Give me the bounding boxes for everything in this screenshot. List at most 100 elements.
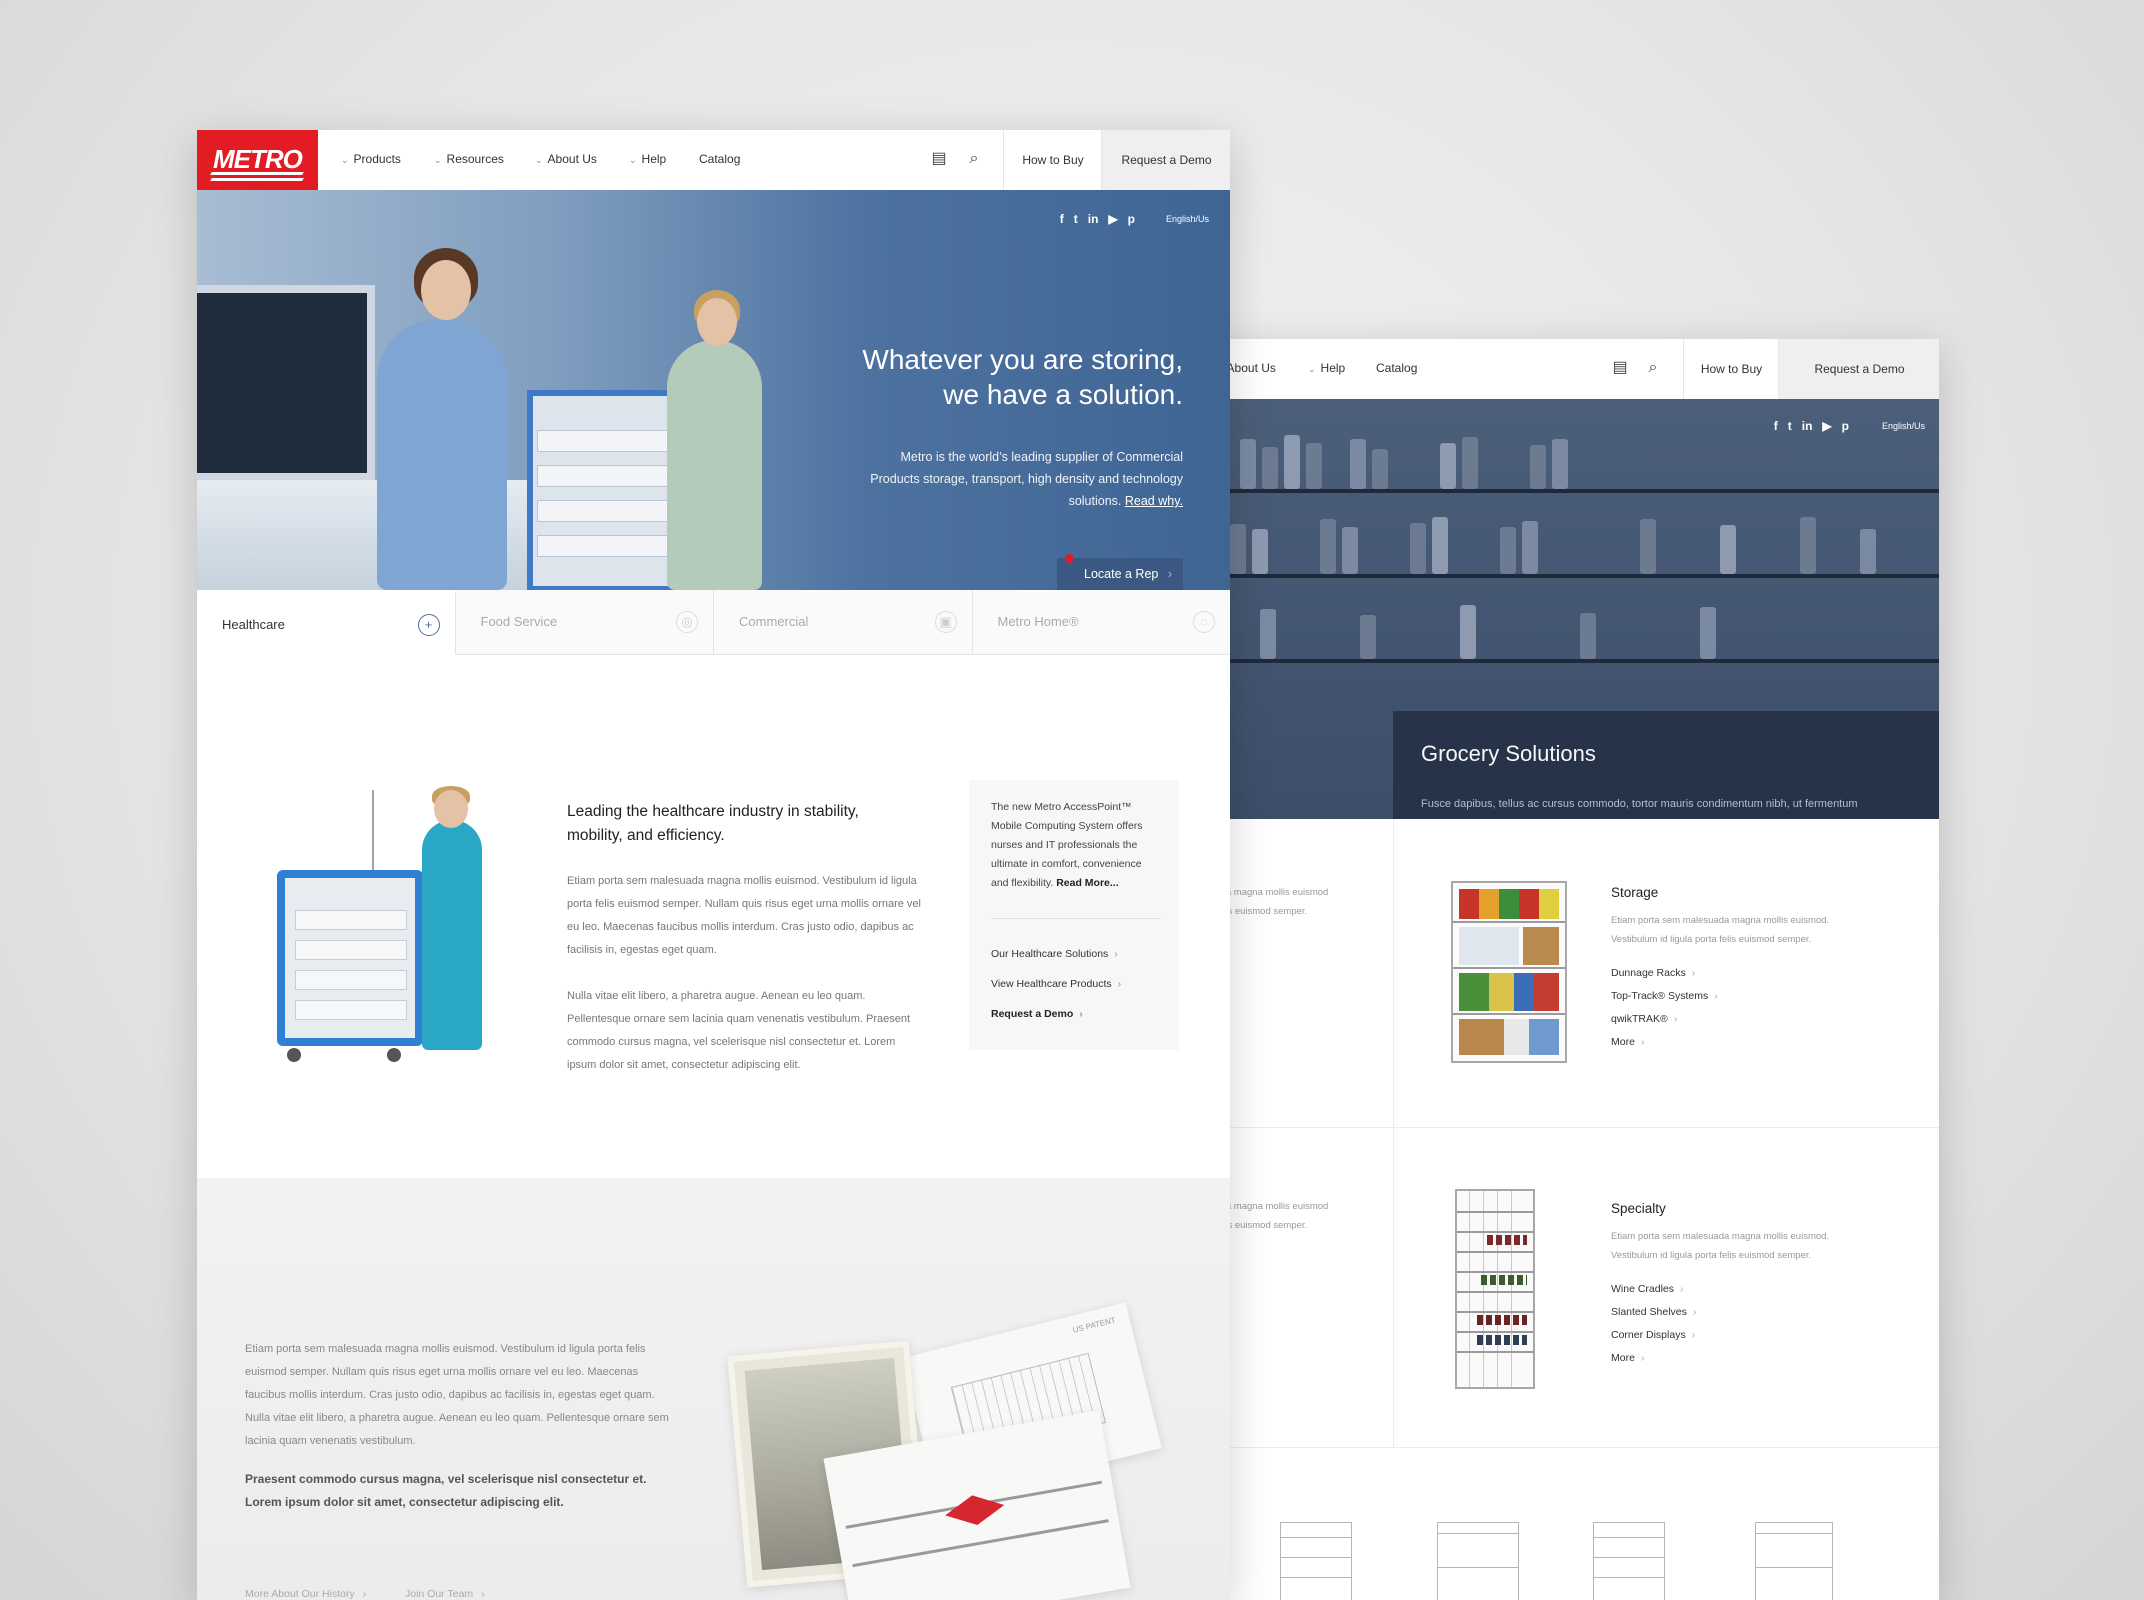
shelf-goods — [1459, 973, 1559, 1011]
chevron-down-icon: ⌄ — [1308, 364, 1316, 374]
nav-help[interactable]: ⌄ Help — [629, 152, 666, 166]
twitter-icon[interactable]: t — [1788, 419, 1792, 433]
facebook-icon[interactable]: f — [1060, 212, 1064, 226]
chevron-right-icon: › — [1640, 1036, 1645, 1048]
how-to-buy-button[interactable]: How to Buy — [1003, 130, 1102, 190]
healthcare-cart-image — [267, 786, 517, 1070]
metro-logo[interactable]: METRO — [197, 130, 318, 190]
shelf-product — [1460, 605, 1476, 659]
chevron-down-icon: ⌄ — [629, 155, 637, 165]
shelf-product — [1230, 524, 1246, 574]
tab-metro-home[interactable]: Metro Home® ◌ — [972, 590, 1230, 655]
healthcare-paragraph-1: Etiam porta sem malesuada magna mollis e… — [567, 875, 921, 956]
link-slanted-shelves[interactable]: Slanted Shelves › — [1611, 1306, 1696, 1318]
link-specialty-more[interactable]: More › — [1611, 1352, 1644, 1364]
read-more-link[interactable]: Read More... — [1056, 877, 1118, 889]
history-section: Etiam porta sem malesuada magna mollis e… — [197, 1178, 1230, 1600]
grocery-hero: f t in ▶ p English/Us Grocery Solutions … — [1200, 399, 1939, 819]
chat-icon[interactable]: ▤ — [929, 149, 949, 169]
shelf-level — [1453, 1013, 1565, 1015]
shelf-level — [1453, 967, 1565, 969]
youtube-icon[interactable]: ▶ — [1822, 419, 1831, 433]
shelf-product — [1240, 439, 1256, 489]
wine-bottles — [1477, 1315, 1527, 1325]
tab-food-service[interactable]: Food Service ◎ — [455, 590, 714, 655]
shelf-product — [1410, 523, 1426, 574]
nav-products[interactable]: ⌄ Products — [341, 152, 401, 166]
mini-rack-image — [1755, 1522, 1833, 1600]
shelf-product — [1462, 437, 1478, 489]
circle-icon: ◌ — [1193, 611, 1215, 633]
chevron-down-icon: ⌄ — [535, 155, 543, 165]
nav-catalog[interactable]: Catalog — [699, 152, 740, 166]
search-icon[interactable]: ⌕ — [964, 149, 984, 169]
shelf-product — [1342, 527, 1358, 574]
shelf-product — [1700, 607, 1716, 659]
request-demo-button[interactable]: Request a Demo — [1101, 130, 1230, 190]
nav-resources[interactable]: ⌄ Resources — [434, 152, 504, 166]
shelf-product — [1252, 529, 1268, 574]
pinterest-icon[interactable]: p — [1128, 212, 1135, 226]
back-top-nav: ⌄About Us ⌄Help Catalog ▤ ⌕ How to Buy R… — [1200, 339, 1939, 400]
shelf-product — [1800, 517, 1816, 574]
link-healthcare-solutions[interactable]: Our Healthcare Solutions › — [991, 948, 1118, 960]
tab-commercial[interactable]: Commercial ▣ — [714, 590, 973, 655]
chevron-right-icon: › — [1691, 1329, 1696, 1341]
youtube-icon[interactable]: ▶ — [1108, 212, 1117, 226]
read-why-link[interactable]: Read why. — [1125, 494, 1183, 508]
link-wine-cradles[interactable]: Wine Cradles › — [1611, 1283, 1684, 1295]
shelf-goods — [1523, 927, 1559, 965]
back-request-demo-button[interactable]: Request a Demo — [1778, 339, 1939, 399]
chevron-right-icon: › — [1692, 1306, 1697, 1318]
shelf-rail — [1200, 489, 1939, 493]
tab-healthcare[interactable]: Healthcare + — [197, 590, 456, 655]
back-nav-help[interactable]: ⌄ Help — [1308, 361, 1345, 375]
circle-icon: ◎ — [676, 611, 698, 633]
link-history[interactable]: More About Our History › — [245, 1588, 366, 1600]
shelf-goods — [1459, 1019, 1559, 1055]
link-top-track[interactable]: Top-Track® Systems › — [1611, 990, 1718, 1002]
shelf-product — [1720, 525, 1736, 574]
back-social-links: f t in ▶ p — [1774, 419, 1849, 433]
specialty-title: Specialty — [1611, 1201, 1666, 1216]
grocery-overlay: Grocery Solutions Fusce dapibus, tellus … — [1393, 711, 1939, 819]
storage-cell: Storage Etiam porta sem malesuada magna … — [1393, 819, 1939, 1128]
nurse-face — [697, 298, 737, 346]
history-highlight: Praesent commodo cursus magna, vel scele… — [245, 1472, 647, 1509]
linkedin-icon[interactable]: in — [1088, 212, 1099, 226]
link-dunnage-racks[interactable]: Dunnage Racks › — [1611, 967, 1695, 979]
back-language-selector[interactable]: English/Us — [1882, 421, 1925, 431]
shelf-product — [1372, 449, 1388, 489]
link-request-demo[interactable]: Request a Demo › — [991, 1008, 1083, 1020]
chevron-right-icon: › — [1079, 1008, 1083, 1020]
link-healthcare-products[interactable]: View Healthcare Products › — [991, 978, 1121, 990]
chevron-right-icon: › — [1640, 1352, 1645, 1364]
shelf-product — [1284, 435, 1300, 489]
nav-about-us[interactable]: ⌄ About Us — [535, 152, 597, 166]
mini-rack-image — [1593, 1522, 1665, 1600]
pinterest-icon[interactable]: p — [1842, 419, 1849, 433]
search-icon[interactable]: ⌕ — [1643, 358, 1663, 378]
shelf-product — [1306, 443, 1322, 489]
facebook-icon[interactable]: f — [1774, 419, 1778, 433]
locate-rep-button[interactable]: Locate a Rep › — [1057, 554, 1183, 590]
healthcare-page-window: METRO ⌄ Products ⌄ Resources ⌄ About Us ⌄ He… — [197, 130, 1230, 1600]
linkedin-icon[interactable]: in — [1802, 419, 1813, 433]
chat-icon[interactable]: ▤ — [1610, 358, 1630, 378]
back-nav-catalog[interactable]: Catalog — [1376, 361, 1417, 375]
shelf-rail — [1200, 659, 1939, 663]
industry-tabs: Healthcare + Food Service ◎ Commercial ▣… — [197, 590, 1230, 655]
back-how-to-buy-button[interactable]: How to Buy — [1683, 339, 1779, 399]
shelf-product — [1360, 615, 1376, 659]
hero-monitor-image — [197, 285, 375, 481]
storage-shelf-image — [1451, 881, 1567, 1063]
link-storage-more[interactable]: More › — [1611, 1036, 1644, 1048]
history-paragraph: Etiam porta sem malesuada magna mollis e… — [245, 1343, 669, 1447]
link-corner-displays[interactable]: Corner Displays › — [1611, 1329, 1695, 1341]
language-selector[interactable]: English/Us — [1166, 214, 1209, 224]
twitter-icon[interactable]: t — [1074, 212, 1078, 226]
grocery-page-window: ⌄About Us ⌄Help Catalog ▤ ⌕ How to Buy R… — [1200, 339, 1939, 1600]
link-qwiktrak[interactable]: qwikTRAK® › — [1611, 1013, 1677, 1025]
chevron-right-icon: › — [362, 1588, 367, 1600]
link-join-team[interactable]: Join Our Team › — [405, 1588, 485, 1600]
